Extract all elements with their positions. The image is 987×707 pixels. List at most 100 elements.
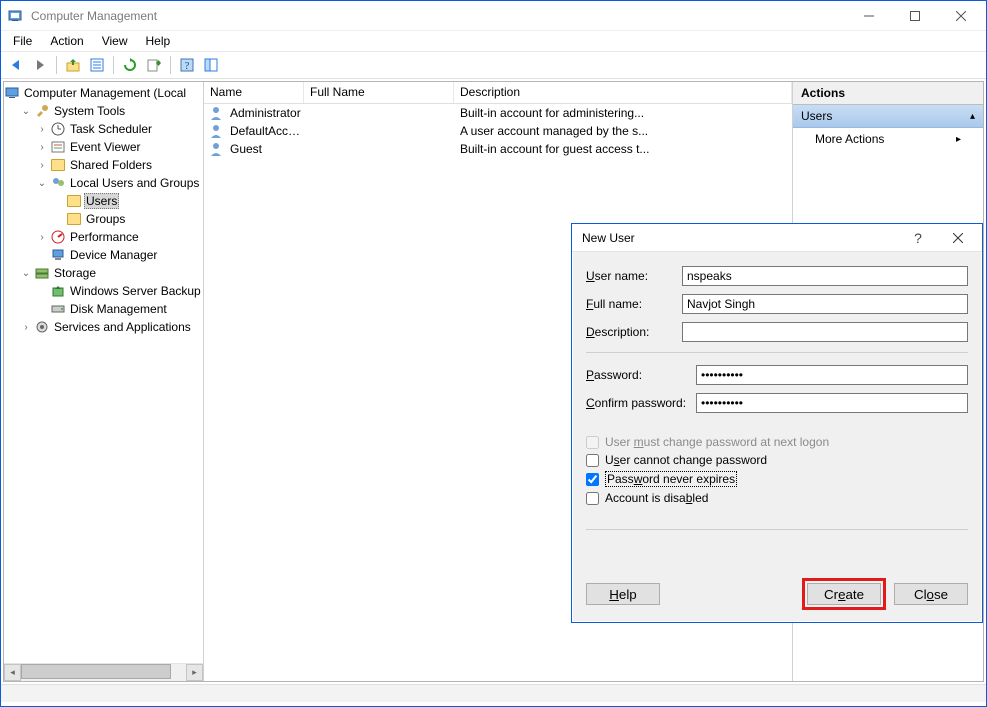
- tree-storage[interactable]: ⌄ Storage: [4, 264, 203, 282]
- help-button[interactable]: ?: [176, 54, 198, 76]
- scroll-track[interactable]: [21, 664, 186, 681]
- tree-task-scheduler[interactable]: › Task Scheduler: [4, 120, 203, 138]
- toolbar: ?: [1, 51, 986, 79]
- tree-users[interactable]: · Users: [4, 192, 203, 210]
- refresh-button[interactable]: [119, 54, 141, 76]
- dialog-close-button[interactable]: [938, 224, 978, 252]
- column-name[interactable]: Name: [204, 82, 304, 103]
- chevron-down-icon[interactable]: ⌄: [20, 105, 32, 117]
- actions-group-users[interactable]: Users ▴: [793, 105, 983, 128]
- back-button[interactable]: [5, 54, 27, 76]
- description-field[interactable]: [682, 322, 968, 342]
- window-title: Computer Management: [31, 9, 157, 23]
- fullname-field[interactable]: [682, 294, 968, 314]
- list-item[interactable]: Administrator Built-in account for admin…: [204, 104, 792, 122]
- chevron-up-icon: ▴: [970, 111, 975, 122]
- maximize-button[interactable]: [892, 1, 938, 31]
- tree-performance[interactable]: › Performance: [4, 228, 203, 246]
- users-groups-icon: [50, 175, 66, 191]
- tree-disk-management[interactable]: · Disk Management: [4, 300, 203, 318]
- scroll-thumb[interactable]: [21, 664, 171, 679]
- actions-more[interactable]: More Actions ▸: [793, 128, 983, 150]
- menu-view[interactable]: View: [94, 32, 136, 50]
- dialog-separator: [586, 529, 968, 530]
- backup-icon: [50, 283, 66, 299]
- help-button[interactable]: Help: [586, 583, 660, 605]
- minimize-button[interactable]: [846, 1, 892, 31]
- up-level-button[interactable]: [62, 54, 84, 76]
- scroll-left-button[interactable]: ◂: [4, 664, 21, 681]
- disabled-row[interactable]: Account is disabled: [586, 491, 968, 505]
- never-expires-checkbox[interactable]: [586, 473, 599, 486]
- must-change-row: User must change password at next logon: [586, 435, 968, 449]
- dialog-help-button[interactable]: ?: [898, 224, 938, 252]
- folder-icon: [66, 211, 82, 227]
- never-expires-row[interactable]: Password never expires: [586, 471, 968, 487]
- list-item[interactable]: Guest Built-in account for guest access …: [204, 140, 792, 158]
- tree-device-manager[interactable]: · Device Manager: [4, 246, 203, 264]
- app-icon: [7, 8, 23, 24]
- chevron-down-icon[interactable]: ⌄: [36, 177, 48, 189]
- password-field[interactable]: [696, 365, 968, 385]
- list-header: Name Full Name Description: [204, 82, 792, 104]
- cannot-change-row[interactable]: User cannot change password: [586, 453, 968, 467]
- navigation-tree[interactable]: Computer Management (Local ⌄ System Tool…: [4, 82, 203, 663]
- svg-text:?: ?: [185, 60, 190, 72]
- close-button[interactable]: [938, 1, 984, 31]
- tree-system-tools[interactable]: ⌄ System Tools: [4, 102, 203, 120]
- tree-ws-backup[interactable]: · Windows Server Backup: [4, 282, 203, 300]
- chevron-right-icon[interactable]: ›: [36, 123, 48, 135]
- device-icon: [50, 247, 66, 263]
- user-icon: [208, 141, 224, 157]
- actions-header: Actions: [793, 82, 983, 105]
- menu-action[interactable]: Action: [42, 32, 91, 50]
- chevron-right-icon[interactable]: ›: [36, 141, 48, 153]
- scroll-right-button[interactable]: ▸: [186, 664, 203, 681]
- description-label: Description:: [586, 325, 682, 339]
- forward-button[interactable]: [29, 54, 51, 76]
- properties-button[interactable]: [86, 54, 108, 76]
- show-hide-button[interactable]: [200, 54, 222, 76]
- services-icon: [34, 319, 50, 335]
- tree-horizontal-scrollbar[interactable]: ◂ ▸: [4, 663, 203, 681]
- create-button-highlight: Create: [802, 578, 886, 610]
- dialog-body: User name: Full name: Description: Passw…: [572, 252, 982, 552]
- list-item[interactable]: DefaultAcco... A user account managed by…: [204, 122, 792, 140]
- new-user-dialog: New User ? User name: Full name: Descrip…: [571, 223, 983, 623]
- menu-help[interactable]: Help: [138, 32, 179, 50]
- close-button[interactable]: Close: [894, 583, 968, 605]
- tree-local-users-groups[interactable]: ⌄ Local Users and Groups: [4, 174, 203, 192]
- tools-icon: [34, 103, 50, 119]
- chevron-right-icon[interactable]: ›: [36, 159, 48, 171]
- chevron-down-icon[interactable]: ⌄: [20, 267, 32, 279]
- cannot-change-checkbox[interactable]: [586, 454, 599, 467]
- dialog-title-bar: New User ?: [572, 224, 982, 252]
- disabled-checkbox[interactable]: [586, 492, 599, 505]
- clock-icon: [50, 121, 66, 137]
- password-label: Password:: [586, 368, 696, 382]
- event-icon: [50, 139, 66, 155]
- folder-icon: [66, 193, 82, 209]
- title-bar: Computer Management: [1, 1, 986, 31]
- tree-root[interactable]: Computer Management (Local: [4, 84, 203, 102]
- tree-groups[interactable]: · Groups: [4, 210, 203, 228]
- status-bar: [1, 684, 986, 702]
- user-icon: [208, 123, 224, 139]
- tree-services-apps[interactable]: › Services and Applications: [4, 318, 203, 336]
- column-description[interactable]: Description: [454, 82, 792, 103]
- dialog-separator: [586, 352, 968, 353]
- navigation-tree-pane: Computer Management (Local ⌄ System Tool…: [4, 82, 204, 681]
- tree-event-viewer[interactable]: › Event Viewer: [4, 138, 203, 156]
- tree-shared-folders[interactable]: › Shared Folders: [4, 156, 203, 174]
- export-button[interactable]: [143, 54, 165, 76]
- confirm-password-label: Confirm password:: [586, 396, 696, 410]
- computer-icon: [4, 85, 20, 101]
- must-change-checkbox: [586, 436, 599, 449]
- username-field[interactable]: [682, 266, 968, 286]
- confirm-password-field[interactable]: [696, 393, 968, 413]
- create-button[interactable]: Create: [807, 583, 881, 605]
- menu-file[interactable]: File: [5, 32, 40, 50]
- chevron-right-icon[interactable]: ›: [20, 321, 32, 333]
- chevron-right-icon[interactable]: ›: [36, 231, 48, 243]
- column-fullname[interactable]: Full Name: [304, 82, 454, 103]
